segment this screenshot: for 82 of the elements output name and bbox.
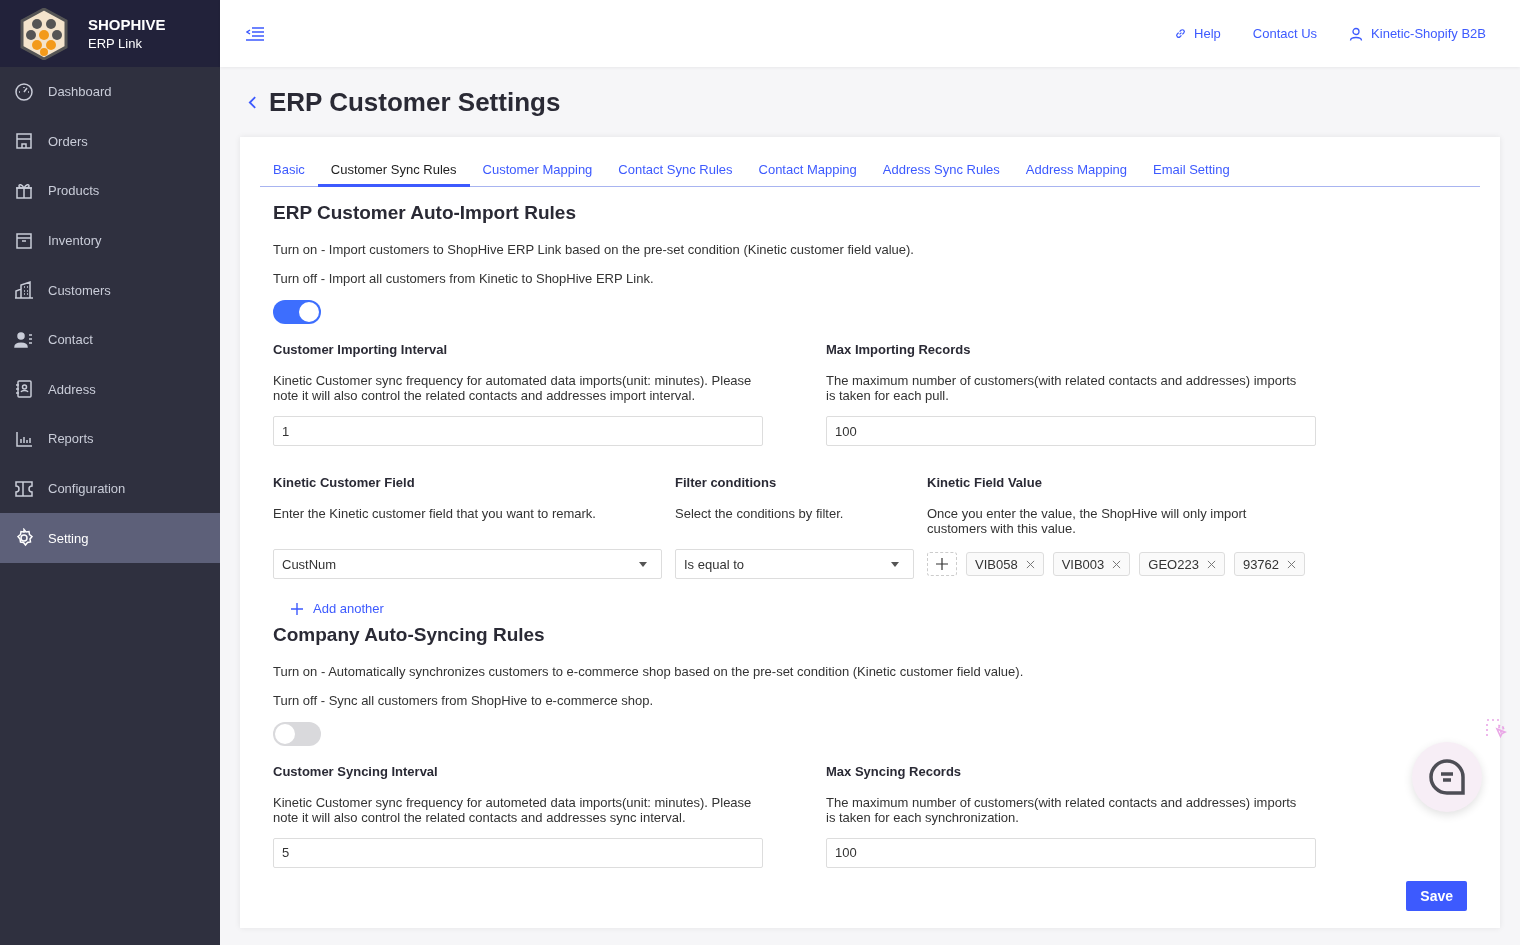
sidebar-item[interactable]: Reports [0, 414, 220, 464]
menu-icon[interactable] [246, 26, 264, 41]
close-icon[interactable] [1112, 559, 1122, 569]
store-icon [14, 131, 34, 152]
field-help-text: Kinetic Customer sync frequency for autometed data imports(unit: minutes). Please note it will also control the related contacts and addresses sync interval. [273, 794, 753, 825]
header-link[interactable]: Kinetic-Shopify B2B [1349, 26, 1486, 41]
header-link[interactable]: Contact Us [1252, 26, 1318, 41]
hexagon-logo-icon [20, 7, 68, 60]
contact-list-icon [14, 329, 34, 350]
toggle-switch[interactable] [273, 721, 321, 746]
input-field[interactable]: 5 [273, 837, 763, 868]
tab[interactable]: Customer Sync Rules [317, 157, 470, 187]
save-button[interactable]: Save [1406, 880, 1467, 911]
value-tag: VIB003 [1052, 552, 1131, 576]
header-link[interactable]: Help [1175, 26, 1221, 41]
sidebar-item[interactable]: Dashboard [0, 67, 220, 117]
sidebar-item[interactable]: Orders [0, 116, 220, 167]
sidebar-item[interactable]: Inventory [0, 215, 220, 266]
address-book-icon [14, 379, 34, 400]
sidebar-item[interactable]: Products [0, 166, 220, 216]
caret-icon [639, 561, 647, 567]
gift-icon [14, 181, 34, 201]
tab[interactable]: Contact Sync Rules [618, 157, 733, 187]
value-tag: VIB058 [966, 552, 1044, 576]
sidebar-item[interactable]: Setting [0, 513, 220, 563]
field-label: Customer Importing Interval [273, 342, 449, 357]
field-label: Filter conditions [675, 475, 778, 490]
ticket-icon [14, 478, 34, 499]
field-label: Max Importing Records [826, 342, 972, 357]
description-text: Turn off - Import all customers from Kinetic to ShopHive ERP Link. [273, 271, 655, 286]
link-icon [1175, 28, 1187, 39]
tab[interactable]: Customer Mapping [482, 157, 593, 187]
field-label: Customer Syncing Interval [273, 763, 439, 779]
brand-subtitle: ERP Link [88, 36, 143, 51]
field-help-text: The maximum number of customers(with related contacts and addresses) imports is taken for each synchronization. [826, 794, 1298, 825]
description-text: Turn on - Automatically synchronizes customers to e-commerce shop based on the pre-set condition (Kinetic customer field value). [273, 663, 1025, 679]
description-text: Turn off - Sync all customers from ShopHive to e-commerce shop. [273, 692, 655, 708]
field-label: Kinetic Field Value [927, 475, 1043, 490]
sidebar-item[interactable]: Contact [0, 314, 220, 365]
field-help-text: The maximum number of customers(with related contacts and addresses) imports is taken for each pull. [826, 373, 1298, 403]
back-icon[interactable] [248, 95, 257, 109]
value-tag: GEO223 [1139, 552, 1225, 576]
building-icon [14, 280, 34, 301]
page-title: ERP Customer Settings [269, 86, 561, 118]
gauge-icon [14, 81, 34, 102]
add-another-link[interactable]: Add another [291, 601, 384, 616]
input-field[interactable]: 1 [273, 416, 763, 446]
value-tag: 93762 [1233, 552, 1306, 576]
close-icon[interactable] [1206, 559, 1216, 569]
add-tag-button[interactable] [927, 552, 957, 576]
field-help-text: Kinetic Customer sync frequency for automated data imports(unit: minutes). Please note it will also control the related contacts and addresses import interval. [273, 373, 753, 403]
sidebar-item[interactable]: Configuration [0, 463, 220, 514]
settings-icon [14, 528, 34, 549]
field-help-text: Select the conditions by filter. [675, 506, 845, 523]
input-field[interactable]: 100 [826, 837, 1316, 868]
tab[interactable]: Address Sync Rules [882, 157, 1000, 187]
sidebar-item[interactable]: Customers [0, 265, 220, 315]
user-icon [1349, 26, 1364, 41]
archive-box-icon [14, 230, 34, 251]
plus-icon [291, 602, 303, 615]
description-text: Turn on - Import customers to ShopHive ERP Link based on the pre-set condition (Kinetic customer field value). [273, 242, 915, 257]
field-label: Max Syncing Records [826, 763, 963, 779]
tab[interactable]: Contact Mapping [758, 157, 857, 187]
input-field[interactable]: 100 [826, 416, 1316, 446]
tab[interactable]: Email Setting [1153, 157, 1230, 187]
sidebar-item[interactable]: Address [0, 364, 220, 415]
close-icon[interactable] [1025, 559, 1035, 569]
tab[interactable]: Address Mapping [1025, 157, 1128, 187]
toggle-switch[interactable] [273, 300, 321, 324]
section-title: ERP Customer Auto-Import Rules [273, 202, 577, 224]
caret-icon [891, 561, 899, 567]
section-title: Company Auto-Syncing Rules [273, 623, 546, 646]
close-icon[interactable] [1287, 559, 1297, 569]
field-help-text: Enter the Kinetic customer field that you want to remark. [273, 506, 597, 523]
select-field[interactable]: Is equal to [675, 549, 914, 579]
chat-bubble-icon [1427, 757, 1467, 797]
plus-icon [936, 558, 948, 570]
brand-name: SHOPHIVE [88, 16, 166, 33]
field-help-text: Once you enter the value, the ShopHive will only import customers with this value. [927, 506, 1248, 536]
tab[interactable]: Basic [273, 157, 305, 187]
select-field[interactable]: CustNum [273, 549, 662, 579]
field-label: Kinetic Customer Field [273, 475, 416, 490]
